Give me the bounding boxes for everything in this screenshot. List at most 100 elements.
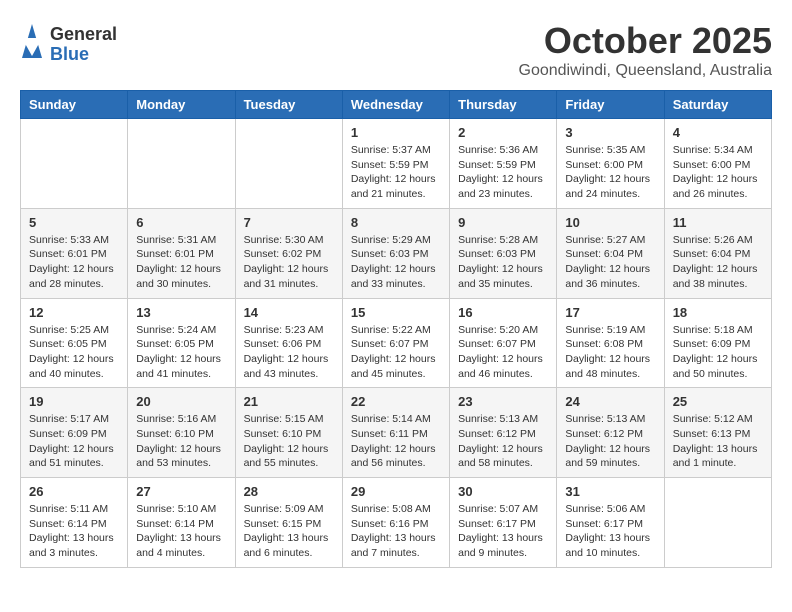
day-number: 8 bbox=[351, 215, 441, 230]
day-info: Sunrise: 5:34 AMSunset: 6:00 PMDaylight:… bbox=[673, 143, 763, 202]
day-info: Sunrise: 5:27 AMSunset: 6:04 PMDaylight:… bbox=[565, 233, 655, 292]
cell-w4-d1: 19 Sunrise: 5:17 AMSunset: 6:09 PMDayligh… bbox=[21, 388, 128, 478]
week-row-2: 5 Sunrise: 5:33 AMSunset: 6:01 PMDaylight… bbox=[21, 208, 772, 298]
cell-w5-d1: 26 Sunrise: 5:11 AMSunset: 6:14 PMDayligh… bbox=[21, 478, 128, 568]
title-section: October 2025 Goondiwindi, Queensland, Au… bbox=[519, 20, 773, 80]
day-number: 1 bbox=[351, 125, 441, 140]
day-info: Sunrise: 5:11 AMSunset: 6:14 PMDaylight:… bbox=[29, 502, 119, 561]
cell-w4-d2: 20 Sunrise: 5:16 AMSunset: 6:10 PMDayligh… bbox=[128, 388, 235, 478]
cell-w1-d1 bbox=[21, 119, 128, 209]
cell-w3-d4: 15 Sunrise: 5:22 AMSunset: 6:07 PMDayligh… bbox=[342, 298, 449, 388]
calendar-table: Sunday Monday Tuesday Wednesday Thursday… bbox=[20, 90, 772, 568]
day-info: Sunrise: 5:17 AMSunset: 6:09 PMDaylight:… bbox=[29, 412, 119, 471]
day-number: 15 bbox=[351, 305, 441, 320]
day-number: 23 bbox=[458, 394, 548, 409]
day-info: Sunrise: 5:15 AMSunset: 6:10 PMDaylight:… bbox=[244, 412, 334, 471]
day-number: 5 bbox=[29, 215, 119, 230]
day-info: Sunrise: 5:22 AMSunset: 6:07 PMDaylight:… bbox=[351, 323, 441, 382]
cell-w1-d7: 4 Sunrise: 5:34 AMSunset: 6:00 PMDaylight… bbox=[664, 119, 771, 209]
cell-w4-d3: 21 Sunrise: 5:15 AMSunset: 6:10 PMDayligh… bbox=[235, 388, 342, 478]
day-number: 27 bbox=[136, 484, 226, 499]
cell-w2-d2: 6 Sunrise: 5:31 AMSunset: 6:01 PMDaylight… bbox=[128, 208, 235, 298]
cell-w5-d5: 30 Sunrise: 5:07 AMSunset: 6:17 PMDayligh… bbox=[450, 478, 557, 568]
calendar-header-row: Sunday Monday Tuesday Wednesday Thursday… bbox=[21, 91, 772, 119]
logo-container: General Blue bbox=[20, 20, 150, 64]
col-friday: Friday bbox=[557, 91, 664, 119]
day-info: Sunrise: 5:35 AMSunset: 6:00 PMDaylight:… bbox=[565, 143, 655, 202]
cell-w5-d6: 31Sunrise: 5:06 AMSunset: 6:17 PMDayligh… bbox=[557, 478, 664, 568]
col-sunday: Sunday bbox=[21, 91, 128, 119]
day-info: Sunrise: 5:13 AMSunset: 6:12 PMDaylight:… bbox=[565, 412, 655, 471]
cell-w2-d6: 10 Sunrise: 5:27 AMSunset: 6:04 PMDayligh… bbox=[557, 208, 664, 298]
day-number: 18 bbox=[673, 305, 763, 320]
day-number: 10 bbox=[565, 215, 655, 230]
svg-text:General: General bbox=[50, 24, 117, 44]
day-info: Sunrise: 5:23 AMSunset: 6:06 PMDaylight:… bbox=[244, 323, 334, 382]
day-info: Sunrise: 5:29 AMSunset: 6:03 PMDaylight:… bbox=[351, 233, 441, 292]
cell-w4-d4: 22Sunrise: 5:14 AMSunset: 6:11 PMDayligh… bbox=[342, 388, 449, 478]
col-tuesday: Tuesday bbox=[235, 91, 342, 119]
day-number: 13 bbox=[136, 305, 226, 320]
cell-w4-d7: 25 Sunrise: 5:12 AMSunset: 6:13 PMDayligh… bbox=[664, 388, 771, 478]
day-number: 25 bbox=[673, 394, 763, 409]
cell-w1-d5: 2 Sunrise: 5:36 AMSunset: 5:59 PMDaylight… bbox=[450, 119, 557, 209]
week-row-5: 26 Sunrise: 5:11 AMSunset: 6:14 PMDayligh… bbox=[21, 478, 772, 568]
week-row-4: 19 Sunrise: 5:17 AMSunset: 6:09 PMDayligh… bbox=[21, 388, 772, 478]
day-info: Sunrise: 5:10 AMSunset: 6:14 PMDaylight:… bbox=[136, 502, 226, 561]
day-info: Sunrise: 5:08 AMSunset: 6:16 PMDaylight:… bbox=[351, 502, 441, 561]
cell-w4-d6: 24Sunrise: 5:13 AMSunset: 6:12 PMDayligh… bbox=[557, 388, 664, 478]
day-number: 12 bbox=[29, 305, 119, 320]
day-info: Sunrise: 5:36 AMSunset: 5:59 PMDaylight:… bbox=[458, 143, 548, 202]
cell-w2-d5: 9Sunrise: 5:28 AMSunset: 6:03 PMDaylight… bbox=[450, 208, 557, 298]
logo-full: General Blue bbox=[20, 20, 150, 64]
day-info: Sunrise: 5:31 AMSunset: 6:01 PMDaylight:… bbox=[136, 233, 226, 292]
day-number: 30 bbox=[458, 484, 548, 499]
cell-w2-d1: 5 Sunrise: 5:33 AMSunset: 6:01 PMDaylight… bbox=[21, 208, 128, 298]
day-info: Sunrise: 5:14 AMSunset: 6:11 PMDaylight:… bbox=[351, 412, 441, 471]
day-number: 19 bbox=[29, 394, 119, 409]
day-info: Sunrise: 5:25 AMSunset: 6:05 PMDaylight:… bbox=[29, 323, 119, 382]
day-number: 11 bbox=[673, 215, 763, 230]
day-number: 21 bbox=[244, 394, 334, 409]
cell-w1-d3 bbox=[235, 119, 342, 209]
cell-w3-d5: 16Sunrise: 5:20 AMSunset: 6:07 PMDayligh… bbox=[450, 298, 557, 388]
day-number: 3 bbox=[565, 125, 655, 140]
day-number: 20 bbox=[136, 394, 226, 409]
day-info: Sunrise: 5:26 AMSunset: 6:04 PMDaylight:… bbox=[673, 233, 763, 292]
day-number: 2 bbox=[458, 125, 548, 140]
day-number: 17 bbox=[565, 305, 655, 320]
day-number: 14 bbox=[244, 305, 334, 320]
cell-w1-d2 bbox=[128, 119, 235, 209]
day-info: Sunrise: 5:28 AMSunset: 6:03 PMDaylight:… bbox=[458, 233, 548, 292]
day-info: Sunrise: 5:16 AMSunset: 6:10 PMDaylight:… bbox=[136, 412, 226, 471]
day-info: Sunrise: 5:09 AMSunset: 6:15 PMDaylight:… bbox=[244, 502, 334, 561]
cell-w3-d3: 14 Sunrise: 5:23 AMSunset: 6:06 PMDayligh… bbox=[235, 298, 342, 388]
day-number: 26 bbox=[29, 484, 119, 499]
week-row-1: 1Sunrise: 5:37 AMSunset: 5:59 PMDaylight… bbox=[21, 119, 772, 209]
day-number: 29 bbox=[351, 484, 441, 499]
day-number: 6 bbox=[136, 215, 226, 230]
day-number: 31 bbox=[565, 484, 655, 499]
day-info: Sunrise: 5:19 AMSunset: 6:08 PMDaylight:… bbox=[565, 323, 655, 382]
cell-w5-d7 bbox=[664, 478, 771, 568]
svg-text:Blue: Blue bbox=[50, 44, 89, 64]
cell-w5-d4: 29 Sunrise: 5:08 AMSunset: 6:16 PMDayligh… bbox=[342, 478, 449, 568]
col-monday: Monday bbox=[128, 91, 235, 119]
day-info: Sunrise: 5:07 AMSunset: 6:17 PMDaylight:… bbox=[458, 502, 548, 561]
cell-w3-d1: 12 Sunrise: 5:25 AMSunset: 6:05 PMDayligh… bbox=[21, 298, 128, 388]
col-thursday: Thursday bbox=[450, 91, 557, 119]
cell-w1-d4: 1Sunrise: 5:37 AMSunset: 5:59 PMDaylight… bbox=[342, 119, 449, 209]
day-number: 28 bbox=[244, 484, 334, 499]
day-number: 4 bbox=[673, 125, 763, 140]
day-number: 7 bbox=[244, 215, 334, 230]
cell-w5-d3: 28 Sunrise: 5:09 AMSunset: 6:15 PMDayligh… bbox=[235, 478, 342, 568]
cell-w5-d2: 27 Sunrise: 5:10 AMSunset: 6:14 PMDayligh… bbox=[128, 478, 235, 568]
day-info: Sunrise: 5:33 AMSunset: 6:01 PMDaylight:… bbox=[29, 233, 119, 292]
day-info: Sunrise: 5:12 AMSunset: 6:13 PMDaylight:… bbox=[673, 412, 763, 471]
cell-w3-d6: 17 Sunrise: 5:19 AMSunset: 6:08 PMDayligh… bbox=[557, 298, 664, 388]
day-number: 16 bbox=[458, 305, 548, 320]
day-info: Sunrise: 5:24 AMSunset: 6:05 PMDaylight:… bbox=[136, 323, 226, 382]
week-row-3: 12 Sunrise: 5:25 AMSunset: 6:05 PMDayligh… bbox=[21, 298, 772, 388]
day-info: Sunrise: 5:30 AMSunset: 6:02 PMDaylight:… bbox=[244, 233, 334, 292]
cell-w1-d6: 3 Sunrise: 5:35 AMSunset: 6:00 PMDaylight… bbox=[557, 119, 664, 209]
